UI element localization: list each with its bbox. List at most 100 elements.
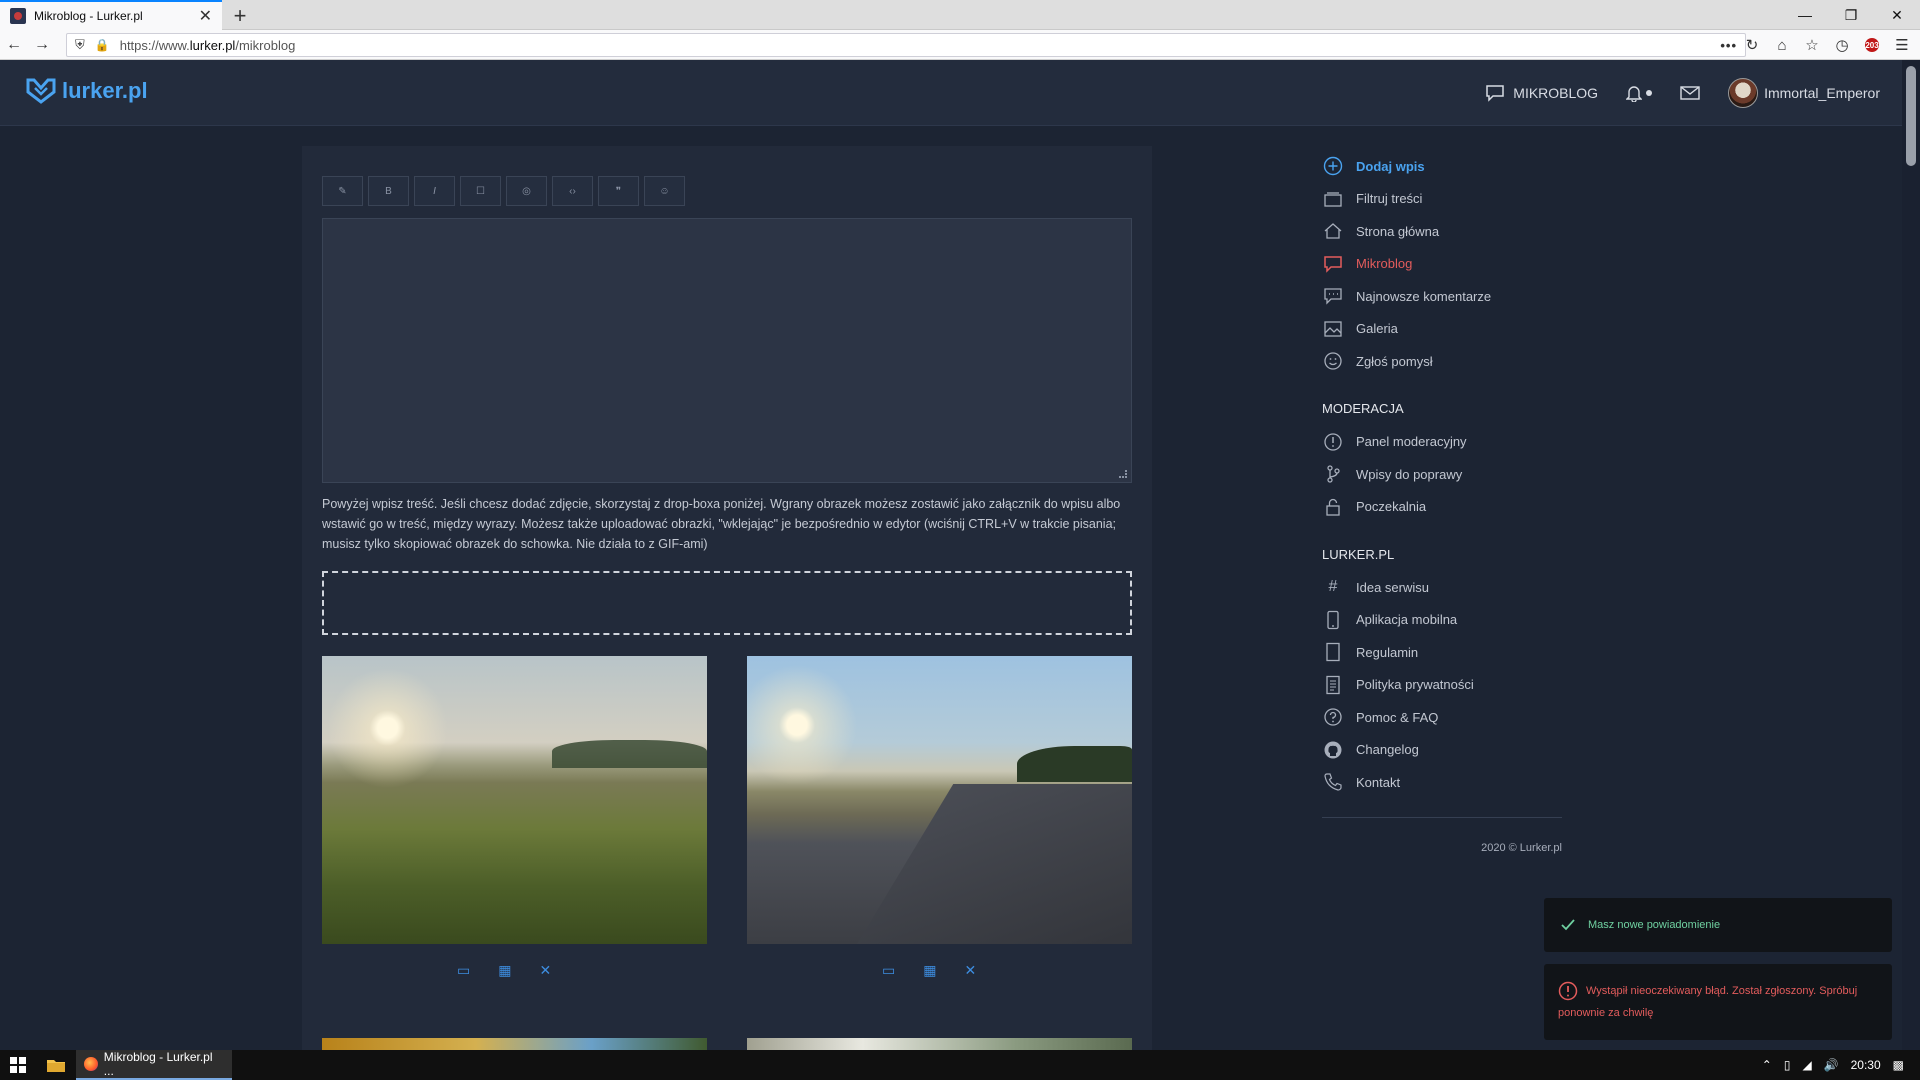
sidebar-item-dodaj-wpis[interactable]: Dodaj wpis xyxy=(1322,150,1562,183)
sidebar-item-aplikacja[interactable]: Aplikacja mobilna xyxy=(1322,604,1562,637)
toolbar-italic-button[interactable]: I xyxy=(414,176,455,206)
sidebar-item-label: Filtruj treści xyxy=(1356,191,1423,207)
sidebar-heading-lurker: LURKER.PL xyxy=(1322,546,1395,562)
forward-arrow-icon[interactable]: → xyxy=(28,31,56,59)
sidebar-item-kontakt[interactable]: Kontakt xyxy=(1322,766,1562,799)
resize-grip-icon[interactable] xyxy=(1119,470,1127,478)
toolbar-edit-button[interactable]: ✎ xyxy=(322,176,363,206)
copy-icon[interactable]: ▭ xyxy=(882,962,895,979)
sidebar-item-zglos-pomysl[interactable]: Zgłoś pomysł xyxy=(1322,345,1562,378)
success-toast[interactable]: Masz nowe powiadomienie xyxy=(1544,898,1892,952)
new-tab-button[interactable]: + xyxy=(228,3,252,29)
sidebar-item-label: Changelog xyxy=(1356,742,1419,758)
firefox-icon xyxy=(84,1057,98,1071)
tab-close-icon[interactable]: ✕ xyxy=(199,6,212,26)
sidebar-item-poczekalnia[interactable]: Poczekalnia xyxy=(1322,491,1562,524)
close-window-icon[interactable]: ✕ xyxy=(1874,0,1920,30)
sidebar-item-label: Galeria xyxy=(1356,321,1398,337)
battery-icon[interactable]: ▯ xyxy=(1784,1058,1791,1072)
nav-mikroblog[interactable]: MIKROBLOG xyxy=(1485,84,1598,102)
volume-icon[interactable]: 🔊 xyxy=(1824,1058,1839,1072)
url-host: lurker.pl xyxy=(189,37,236,53)
sidebar-item-panel-moderacyjny[interactable]: Panel moderacyjny xyxy=(1322,426,1562,459)
sidebar-item-pomoc[interactable]: Pomoc & FAQ xyxy=(1322,701,1562,734)
sidebar-item-idea[interactable]: # Idea serwisu xyxy=(1322,571,1562,604)
lock-icon[interactable]: 🔒 xyxy=(95,38,110,52)
taskbar-firefox-app[interactable]: Mikroblog - Lurker.pl ... xyxy=(76,1050,232,1080)
history-icon[interactable]: ◷ xyxy=(1830,33,1854,57)
extension-badge: 203 xyxy=(1865,40,1879,50)
checkmark-icon xyxy=(1558,915,1578,935)
sidebar-item-filtruj[interactable]: Filtruj treści xyxy=(1322,183,1562,216)
page-actions-icon[interactable]: ••• xyxy=(1720,38,1737,53)
extension-icon[interactable]: 203 xyxy=(1860,33,1884,57)
back-arrow-icon[interactable]: ← xyxy=(0,31,28,59)
windows-start-icon[interactable] xyxy=(0,1050,36,1080)
sidebar-item-label: Aplikacja mobilna xyxy=(1356,612,1458,628)
image-2-actions: ▭ ▦ ✕ xyxy=(882,962,976,979)
error-icon xyxy=(1558,981,1578,1001)
site-logo[interactable]: lurker.pl xyxy=(26,78,148,104)
scrollbar-thumb[interactable] xyxy=(1906,66,1916,166)
notifications-button[interactable] xyxy=(1626,84,1653,102)
taskbar-app-label: Mikroblog - Lurker.pl ... xyxy=(103,1050,213,1078)
remove-icon[interactable]: ✕ xyxy=(964,962,976,979)
sidebar-item-strona-glowna[interactable]: Strona główna xyxy=(1322,215,1562,248)
toolbar-spoiler-button[interactable]: ◎ xyxy=(506,176,547,206)
insert-image-icon[interactable]: ▦ xyxy=(923,962,936,979)
remove-icon[interactable]: ✕ xyxy=(539,962,551,979)
sidebar-item-mikroblog[interactable]: Mikroblog xyxy=(1322,248,1562,281)
file-explorer-icon[interactable] xyxy=(36,1050,76,1080)
smile-icon xyxy=(1322,350,1344,372)
clock[interactable]: 20:30 xyxy=(1851,1058,1881,1072)
insert-image-icon[interactable]: ▦ xyxy=(498,962,511,979)
minimize-icon[interactable]: — xyxy=(1782,0,1828,30)
alert-icon xyxy=(1322,431,1344,453)
messages-button[interactable] xyxy=(1680,86,1700,100)
home-icon[interactable]: ⌂ xyxy=(1770,33,1794,57)
toolbar-code-button[interactable]: ‹› xyxy=(552,176,593,206)
shield-icon[interactable]: ⛨ xyxy=(75,37,85,53)
tray-chevron-icon[interactable]: ⌃ xyxy=(1762,1058,1772,1072)
toolbar-bold-button[interactable]: B xyxy=(368,176,409,206)
toolbar-emoji-button[interactable]: ☺ xyxy=(644,176,685,206)
sidebar-item-wpisy-do-poprawy[interactable]: Wpisy do poprawy xyxy=(1322,458,1562,491)
toolbar-quote-button[interactable]: ❞ xyxy=(598,176,639,206)
sidebar-item-komentarze[interactable]: Najnowsze komentarze xyxy=(1322,280,1562,313)
url-bar[interactable]: ⛨ 🔒 https://www. lurker.pl/mikroblog ••• xyxy=(66,33,1746,57)
menu-icon[interactable]: ☰ xyxy=(1890,33,1914,57)
sidebar-item-changelog[interactable]: Changelog xyxy=(1322,734,1562,767)
action-center-icon[interactable]: ▩ xyxy=(1893,1058,1904,1072)
sidebar-item-polityka[interactable]: Polityka prywatności xyxy=(1322,669,1562,702)
user-menu[interactable]: Immortal_Emperor xyxy=(1728,78,1880,108)
tab-title: Mikroblog - Lurker.pl xyxy=(34,9,143,23)
mail-icon xyxy=(1680,86,1700,100)
username: Immortal_Emperor xyxy=(1764,85,1880,101)
sidebar-item-label: Polityka prywatności xyxy=(1356,677,1474,693)
restore-icon[interactable]: ❐ xyxy=(1828,0,1874,30)
page-scrollbar[interactable] xyxy=(1902,60,1920,1050)
browser-tab-bar: Mikroblog - Lurker.pl ✕ + — ❐ ✕ xyxy=(0,0,1920,30)
copy-icon[interactable]: ▭ xyxy=(457,962,470,979)
chat-icon xyxy=(1486,85,1505,102)
logo-mark-icon xyxy=(26,78,56,104)
image-icon xyxy=(1322,318,1344,340)
post-textarea[interactable] xyxy=(322,218,1132,483)
header-nav: MIKROBLOG Immortal_Emperor xyxy=(1457,77,1880,109)
sidebar-heading-moderacja: MODERACJA xyxy=(1322,401,1404,416)
site-favicon-icon xyxy=(10,8,26,24)
success-toast-message: Masz nowe powiadomienie xyxy=(1588,919,1721,931)
error-toast[interactable]: Wystąpił nieoczekiwany błąd. Został zgło… xyxy=(1544,964,1892,1040)
phone-handset-icon xyxy=(1322,771,1344,793)
network-icon[interactable]: ◢ xyxy=(1802,1058,1811,1072)
list-document-icon xyxy=(1322,674,1344,696)
editor-toolbar: ✎ B I ☐ ◎ ‹› ❞ ☺ xyxy=(322,176,685,206)
bookmarks-icon[interactable]: ☆ xyxy=(1800,33,1824,57)
sidebar-item-galeria[interactable]: Galeria xyxy=(1322,313,1562,346)
sidebar-item-label: Zgłoś pomysł xyxy=(1356,353,1433,369)
image-dropzone[interactable] xyxy=(322,571,1132,635)
sidebar-item-regulamin[interactable]: Regulamin xyxy=(1322,636,1562,669)
browser-tab[interactable]: Mikroblog - Lurker.pl ✕ xyxy=(0,0,222,30)
reload-icon[interactable]: ↻ xyxy=(1740,33,1764,57)
toolbar-image-button[interactable]: ☐ xyxy=(460,176,501,206)
